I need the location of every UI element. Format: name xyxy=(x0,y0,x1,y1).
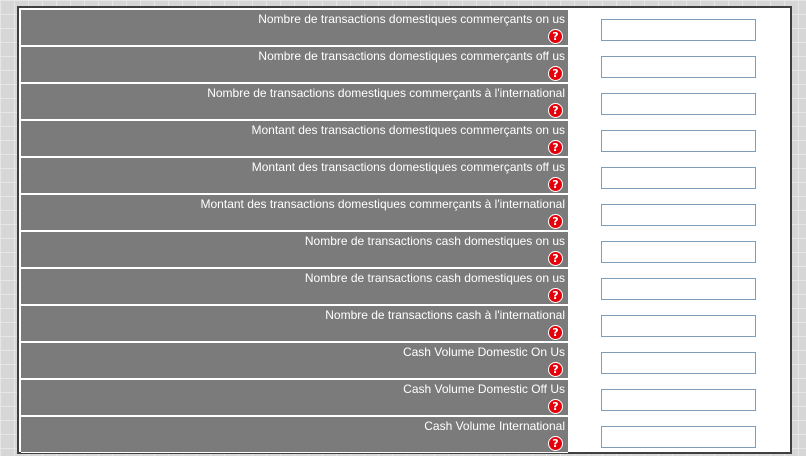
form-row: Montant des transactions domestiques com… xyxy=(21,158,790,194)
form-row: Cash Volume Domestic Off Us ? xyxy=(21,380,790,416)
form-row: Cash Volume International ? xyxy=(21,417,790,453)
label-cell: Cash Volume Domestic On Us ? xyxy=(21,343,568,379)
field-label: Montant des transactions domestiques com… xyxy=(251,160,565,174)
label-cell: Nombre de transactions domestiques comme… xyxy=(21,10,568,46)
field-label: Nombre de transactions cash à l'internat… xyxy=(325,308,565,322)
text-input[interactable] xyxy=(601,93,756,115)
form-row: Montant des transactions domestiques com… xyxy=(21,121,790,157)
form-panel: Nombre de transactions domestiques comme… xyxy=(17,6,792,454)
help-icon[interactable]: ? xyxy=(548,66,563,81)
label-cell: Montant des transactions domestiques com… xyxy=(21,121,568,157)
help-icon[interactable]: ? xyxy=(548,362,563,377)
field-label: Nombre de transactions cash domestiques … xyxy=(304,234,565,248)
help-icon[interactable]: ? xyxy=(548,399,563,414)
help-icon[interactable]: ? xyxy=(548,325,563,340)
label-cell: Montant des transactions domestiques com… xyxy=(21,158,568,194)
text-input[interactable] xyxy=(601,352,756,374)
help-icon[interactable]: ? xyxy=(548,177,563,192)
form-row: Nombre de transactions cash domestiques … xyxy=(21,269,790,305)
form-row: Nombre de transactions domestiques comme… xyxy=(21,10,790,46)
field-label: Montant des transactions domestiques com… xyxy=(251,123,566,137)
form-row: Montant des transactions domestiques com… xyxy=(21,195,790,231)
field-label: Nombre de transactions domestiques comme… xyxy=(258,12,565,26)
field-label: Cash Volume International xyxy=(424,419,565,433)
field-label: Cash Volume Domestic On Us xyxy=(402,345,565,359)
form-row: Nombre de transactions cash à l'internat… xyxy=(21,306,790,342)
text-input[interactable] xyxy=(601,278,756,300)
text-input[interactable] xyxy=(601,389,756,411)
help-icon[interactable]: ? xyxy=(548,288,563,303)
text-input[interactable] xyxy=(601,19,756,41)
field-label: Nombre de transactions domestiques comme… xyxy=(207,86,565,100)
form-row: Nombre de transactions domestiques comme… xyxy=(21,84,790,120)
help-icon[interactable]: ? xyxy=(548,436,563,451)
label-cell: Nombre de transactions cash à l'internat… xyxy=(21,306,568,342)
text-input[interactable] xyxy=(601,241,756,263)
label-cell: Cash Volume Domestic Off Us ? xyxy=(21,380,568,416)
label-cell: Cash Volume International ? xyxy=(21,417,568,453)
field-label: Cash Volume Domestic Off Us xyxy=(403,382,565,396)
label-cell: Montant des transactions domestiques com… xyxy=(21,195,568,231)
text-input[interactable] xyxy=(601,130,756,152)
help-icon[interactable]: ? xyxy=(548,103,563,118)
field-label: Montant des transactions domestiques com… xyxy=(200,197,565,211)
form-row: Nombre de transactions cash domestiques … xyxy=(21,232,790,268)
help-icon[interactable]: ? xyxy=(548,29,563,44)
label-cell: Nombre de transactions domestiques comme… xyxy=(21,47,568,83)
text-input[interactable] xyxy=(601,56,756,78)
label-cell: Nombre de transactions cash domestiques … xyxy=(21,232,568,268)
text-input[interactable] xyxy=(601,426,756,448)
text-input[interactable] xyxy=(601,204,756,226)
label-cell: Nombre de transactions domestiques comme… xyxy=(21,84,568,120)
label-cell: Nombre de transactions cash domestiques … xyxy=(21,269,568,305)
form-row: Nombre de transactions domestiques comme… xyxy=(21,47,790,83)
text-input[interactable] xyxy=(601,167,756,189)
text-input[interactable] xyxy=(601,315,756,337)
help-icon[interactable]: ? xyxy=(548,140,563,155)
field-label: Nombre de transactions domestiques comme… xyxy=(258,49,565,63)
help-icon[interactable]: ? xyxy=(548,251,563,266)
help-icon[interactable]: ? xyxy=(548,214,563,229)
form-row: Cash Volume Domestic On Us ? xyxy=(21,343,790,379)
field-label: Nombre de transactions cash domestiques … xyxy=(304,271,565,285)
